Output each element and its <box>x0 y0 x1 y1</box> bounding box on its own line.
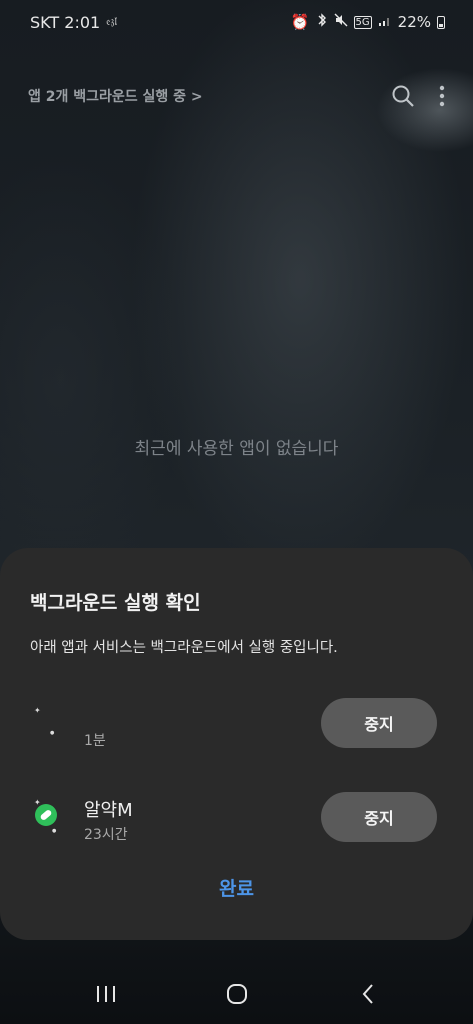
home-icon[interactable] <box>207 974 267 1014</box>
sheet-title: 백그라운드 실행 확인 <box>30 592 201 614</box>
alyac-app-icon <box>35 804 57 826</box>
mute-icon <box>334 13 348 31</box>
recents-top-row: 앱 2개 백그라운드 실행 중 > <box>28 80 445 112</box>
sparkle-icon: ● <box>50 730 55 736</box>
sparkle-icon: ● <box>52 828 57 834</box>
stop-button[interactable]: 중지 <box>321 792 437 842</box>
app-running-time: 1분 <box>84 733 106 749</box>
app-row: ✦ ● 알약M 23시간 중지 <box>0 792 473 852</box>
back-icon[interactable] <box>338 974 398 1014</box>
app-row: ✦ ● 1분 중지 <box>0 698 473 758</box>
app-name: 알약M <box>84 800 133 821</box>
top-actions <box>391 84 445 108</box>
sparkle-icon: ✦ <box>34 706 41 715</box>
status-left: SKT 2:01 𝔢𝔷𝔩 <box>30 13 117 32</box>
navigation-bar <box>0 964 473 1024</box>
empty-recents-message: 최근에 사용한 앱이 없습니다 <box>134 439 339 459</box>
app-icon: ✦ ● <box>32 706 58 740</box>
stop-button[interactable]: 중지 <box>321 698 437 748</box>
alarm-icon: ⏰ <box>290 13 310 31</box>
battery-percent: 22% <box>397 13 431 31</box>
app-running-time: 23시간 <box>84 827 128 843</box>
search-icon[interactable] <box>391 84 415 108</box>
carrier-time: SKT 2:01 <box>30 12 101 32</box>
done-button[interactable]: 완료 <box>0 874 473 901</box>
background-apps-link[interactable]: 앱 2개 백그라운드 실행 중 > <box>28 86 203 106</box>
recents-icon[interactable] <box>76 974 136 1014</box>
ezl-indicator-icon: 𝔢𝔷𝔩 <box>106 15 118 28</box>
sheet-subtitle: 아래 앱과 서비스는 백그라운드에서 실행 중입니다. <box>30 640 338 656</box>
network-5g-icon: 5G <box>353 15 372 29</box>
bluetooth-icon <box>316 13 328 31</box>
status-bar: SKT 2:01 𝔢𝔷𝔩 ⏰ 5G 22% <box>0 0 473 44</box>
battery-icon <box>437 15 445 29</box>
more-vert-icon[interactable] <box>439 84 445 108</box>
signal-icon <box>378 13 392 31</box>
status-right: ⏰ 5G 22% <box>291 13 445 31</box>
background-running-sheet: 백그라운드 실행 확인 아래 앱과 서비스는 백그라운드에서 실행 중입니다. … <box>0 548 473 940</box>
